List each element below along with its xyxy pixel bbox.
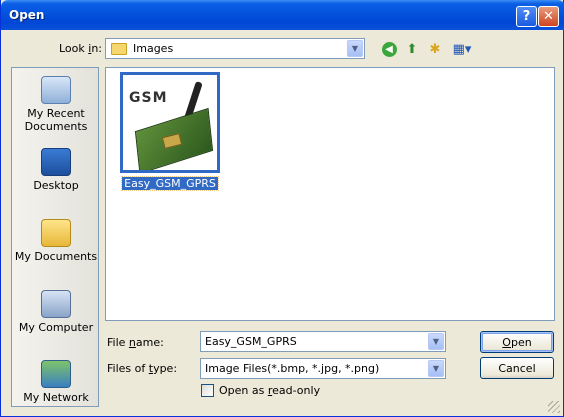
file-name-label[interactable]: Easy_GSM_GPRS [121, 176, 219, 191]
new-folder-icon[interactable]: ✱ [425, 40, 445, 58]
gsm-logo-text: GSM [129, 90, 168, 106]
file-type-value: Image Files(*.bmp, *.jpg, *.png) [205, 362, 380, 375]
place-my-documents[interactable]: My Documents [12, 219, 100, 263]
look-in-value: Images [133, 42, 174, 55]
look-in-label: Look in: [59, 42, 103, 55]
file-name-label-text: File name: [107, 336, 164, 349]
read-only-label: Open as read-only [219, 384, 321, 397]
place-my-computer[interactable]: My Computer [12, 290, 100, 334]
my-computer-icon [41, 290, 71, 318]
help-button[interactable]: ? [516, 6, 537, 27]
chevron-down-icon[interactable]: ▼ [428, 360, 444, 377]
chevron-down-icon[interactable]: ▼ [428, 333, 444, 350]
place-label: Desktop [33, 179, 79, 192]
look-in-combo[interactable]: Images ▼ [105, 38, 365, 59]
place-my-recent-documents[interactable]: My Recent Documents [12, 76, 100, 133]
up-folder-icon[interactable]: ⬆ [402, 40, 422, 58]
desktop-icon [41, 148, 71, 176]
chevron-down-icon[interactable]: ▼ [347, 40, 363, 57]
my-network-icon [41, 360, 71, 388]
resize-grip[interactable] [548, 401, 560, 413]
place-desktop[interactable]: Desktop [12, 148, 100, 192]
views-menu-icon[interactable]: ▦▾ [450, 40, 474, 58]
file-type-label-text: Files of type: [107, 362, 178, 375]
places-bar: My Recent Documents Desktop My Documents… [11, 67, 99, 407]
file-item[interactable]: GSM Easy_GSM_GPRS [120, 72, 220, 191]
close-button[interactable]: ✕ [538, 6, 559, 27]
folder-icon [111, 42, 127, 55]
file-name-input[interactable]: Easy_GSM_GPRS [201, 335, 297, 348]
back-arrow-icon[interactable]: ◀ [379, 40, 399, 58]
place-label: My Network [23, 391, 89, 404]
file-type-combo[interactable]: Image Files(*.bmp, *.jpg, *.png) ▼ [200, 358, 446, 379]
place-label: My Recent Documents [24, 107, 88, 133]
title-bar[interactable]: Open ? ✕ [1, 0, 564, 30]
open-dialog: Open ? ✕ Look in: Images ▼ ◀ ⬆ ✱ ▦▾ My R… [0, 0, 564, 417]
place-label: My Computer [18, 321, 94, 334]
window-title: Open [9, 8, 45, 22]
place-my-network[interactable]: My Network [12, 360, 100, 404]
open-button[interactable]: Open [480, 331, 554, 353]
my-documents-icon [41, 219, 71, 247]
recent-documents-icon [41, 76, 71, 104]
cancel-button[interactable]: Cancel [480, 357, 554, 379]
read-only-checkbox-row[interactable]: Open as read-only [201, 384, 320, 397]
place-label: My Documents [14, 250, 98, 263]
file-thumbnail[interactable]: GSM [120, 72, 220, 173]
file-list[interactable]: GSM Easy_GSM_GPRS [105, 67, 555, 321]
read-only-checkbox[interactable] [201, 384, 214, 397]
file-name-combo[interactable]: Easy_GSM_GPRS ▼ [200, 331, 446, 352]
